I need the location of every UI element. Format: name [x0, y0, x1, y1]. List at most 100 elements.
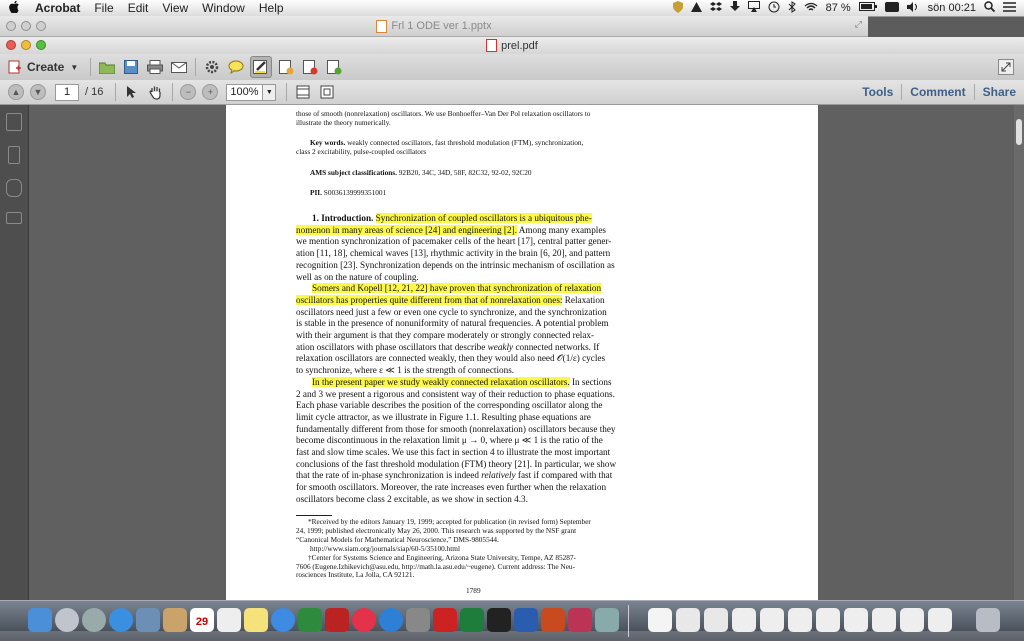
page-number-input[interactable]: 1	[55, 83, 79, 101]
hand-tool-button[interactable]	[146, 82, 166, 102]
calendar-icon[interactable]: 29	[190, 608, 214, 632]
create-button[interactable]: Create ▼	[0, 60, 86, 74]
delete-button[interactable]	[300, 57, 320, 77]
powerpoint-icon[interactable]	[541, 608, 565, 632]
battery-icon[interactable]	[858, 2, 877, 14]
system-preferences-icon[interactable]	[406, 608, 430, 632]
minimize-button[interactable]	[21, 21, 31, 31]
vertical-scrollbar[interactable]	[1014, 105, 1024, 600]
itunes-icon[interactable]	[352, 608, 376, 632]
highlighted-text[interactable]: Synchronization of coupled oscillators i…	[375, 213, 592, 223]
apple-menu-icon[interactable]	[0, 0, 28, 16]
zoom-button[interactable]	[36, 40, 46, 50]
menu-window[interactable]: Window	[195, 0, 252, 16]
previous-page-button[interactable]: ▲	[8, 84, 24, 100]
app-icon[interactable]	[568, 608, 592, 632]
dropbox-icon[interactable]	[709, 1, 722, 15]
comment-button[interactable]	[226, 57, 246, 77]
settings-button[interactable]	[202, 57, 222, 77]
page-thumbnails-icon[interactable]	[6, 113, 22, 131]
document-viewport[interactable]: those of smooth (nonrelaxation) oscillat…	[29, 105, 1014, 600]
email-button[interactable]	[169, 57, 189, 77]
preview-icon[interactable]	[595, 608, 619, 632]
menu-view[interactable]: View	[155, 0, 195, 16]
fit-width-button[interactable]	[293, 82, 313, 102]
close-button[interactable]	[6, 40, 16, 50]
document-icon[interactable]	[844, 608, 868, 632]
menu-file[interactable]: File	[87, 0, 120, 16]
document-icon[interactable]	[704, 608, 728, 632]
finder-icon[interactable]	[28, 608, 52, 632]
tools-link[interactable]: Tools	[854, 84, 901, 100]
notification-center-icon[interactable]	[1003, 1, 1016, 15]
messages-icon[interactable]	[271, 608, 295, 632]
download-icon[interactable]	[729, 1, 740, 15]
zoom-dropdown-chevron-icon[interactable]: ▼	[263, 83, 277, 101]
launchpad-icon[interactable]	[55, 608, 79, 632]
acrobat-icon[interactable]	[433, 608, 457, 632]
highlighted-text[interactable]: oscillators has properties quite differe…	[296, 294, 563, 305]
menu-edit[interactable]: Edit	[121, 0, 156, 16]
document-icon[interactable]	[872, 608, 896, 632]
close-button[interactable]	[6, 21, 16, 31]
zoom-out-button[interactable]: −	[180, 84, 197, 100]
window-titlebar[interactable]: prel.pdf	[0, 37, 1024, 54]
safari-icon[interactable]	[109, 608, 133, 632]
excel-icon[interactable]	[460, 608, 484, 632]
zoom-level-input[interactable]: 100%	[226, 83, 264, 101]
fullscreen-button[interactable]	[996, 57, 1016, 77]
menu-help[interactable]: Help	[252, 0, 291, 16]
airplay-icon[interactable]	[747, 1, 760, 15]
time-machine-icon[interactable]	[768, 1, 780, 16]
spotlight-search-icon[interactable]	[984, 1, 996, 15]
attachment-paperclip-icon[interactable]	[6, 179, 22, 197]
open-folder-button[interactable]	[97, 57, 117, 77]
facetime-icon[interactable]	[298, 608, 322, 632]
scrollbar-thumb[interactable]	[1016, 119, 1022, 145]
photo-booth-icon[interactable]	[325, 608, 349, 632]
mail-icon[interactable]	[136, 608, 160, 632]
trash-icon[interactable]	[976, 608, 1000, 632]
document-icon[interactable]	[928, 608, 952, 632]
export-button[interactable]	[276, 57, 296, 77]
background-window-titlebar[interactable]: Frl 1 ODE ver 1.pptx ⤢	[0, 16, 868, 37]
terminal-icon[interactable]	[487, 608, 511, 632]
document-icon[interactable]	[788, 608, 812, 632]
word-icon[interactable]	[514, 608, 538, 632]
document-icon[interactable]	[676, 608, 700, 632]
shield-icon[interactable]	[672, 0, 683, 16]
zoom-button[interactable]	[36, 21, 46, 31]
document-icon[interactable]	[732, 608, 756, 632]
print-button[interactable]	[145, 57, 165, 77]
document-icon[interactable]	[900, 608, 924, 632]
contacts-icon[interactable]	[163, 608, 187, 632]
fit-page-button[interactable]	[317, 82, 337, 102]
highlighted-text[interactable]: Somers and Kopell [12, 21, 22] have prov…	[312, 283, 602, 294]
fullscreen-icon[interactable]: ⤢	[855, 19, 862, 30]
triangle-icon[interactable]	[690, 1, 702, 15]
save-button[interactable]	[121, 57, 141, 77]
document-save-button[interactable]	[324, 57, 344, 77]
document-icon[interactable]	[648, 608, 672, 632]
highlighted-text[interactable]: nomenon in many areas of science [24] an…	[296, 224, 517, 235]
document-icon[interactable]	[816, 608, 840, 632]
minimize-button[interactable]	[21, 40, 31, 50]
highlight-button[interactable]	[250, 56, 273, 78]
select-tool-button[interactable]	[122, 82, 142, 102]
menu-app-name[interactable]: Acrobat	[28, 0, 87, 16]
volume-icon[interactable]	[906, 1, 920, 15]
app-store-icon[interactable]	[379, 608, 403, 632]
next-page-button[interactable]: ▼	[30, 84, 46, 100]
signature-icon[interactable]	[6, 212, 22, 224]
comment-link[interactable]: Comment	[901, 84, 973, 100]
wifi-icon[interactable]	[804, 2, 818, 15]
bluetooth-icon[interactable]	[788, 0, 796, 16]
notes-icon[interactable]	[244, 608, 268, 632]
mission-control-icon[interactable]	[82, 608, 106, 632]
share-link[interactable]: Share	[973, 84, 1024, 100]
battery-percentage[interactable]: 87 %	[826, 2, 851, 14]
reminders-icon[interactable]	[217, 608, 241, 632]
keyboard-icon[interactable]	[884, 1, 899, 15]
bookmark-icon[interactable]	[8, 146, 20, 164]
clock-text[interactable]: sön 00:21	[928, 2, 976, 14]
